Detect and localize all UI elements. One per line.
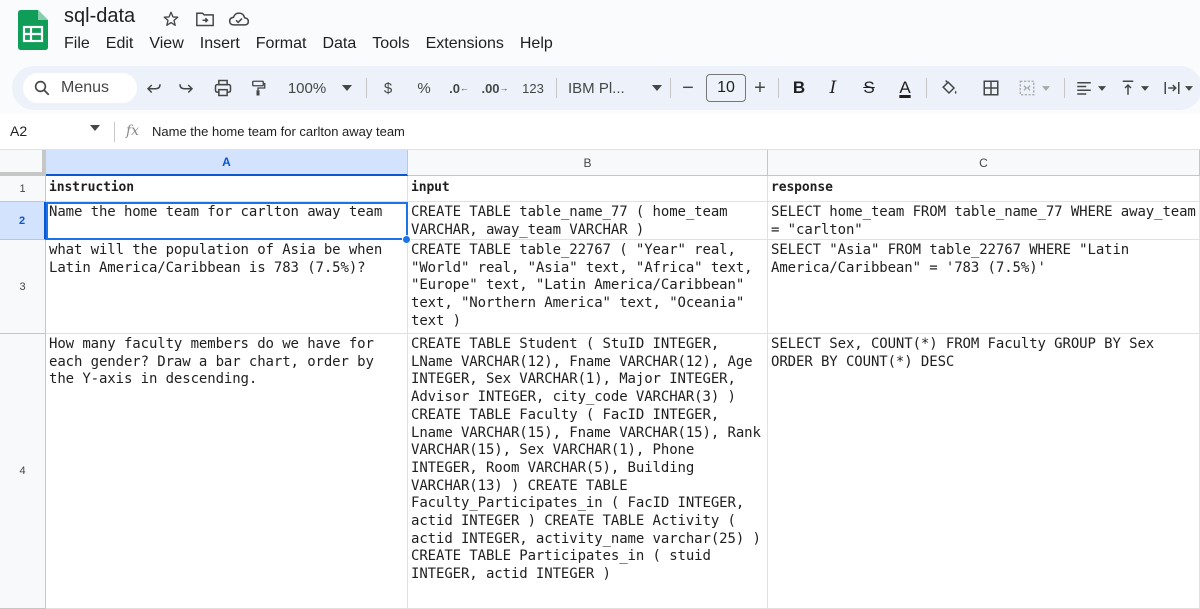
- menu-tools[interactable]: Tools: [364, 33, 417, 55]
- zoom-value: 100%: [287, 79, 327, 97]
- menu-bar: File Edit View Insert Format Data Tools …: [56, 33, 561, 55]
- spreadsheet-grid: A B C 1 2 3 4 instruction input response…: [0, 150, 1200, 609]
- title-bar: sql-data File Edit View Insert Format Da…: [0, 0, 1200, 62]
- increase-font-size-button[interactable]: +: [748, 66, 772, 110]
- increase-decimal-button[interactable]: .00 →: [478, 66, 512, 110]
- chevron-down-icon: [1042, 85, 1050, 91]
- font-size-input[interactable]: 10: [706, 74, 746, 102]
- decrease-decimal-label: .0: [449, 80, 460, 96]
- cell-b3[interactable]: CREATE TABLE table_22767 ( "Year" real, …: [408, 240, 768, 334]
- horizontal-align-icon[interactable]: [1070, 66, 1110, 110]
- menu-insert[interactable]: Insert: [192, 33, 248, 55]
- undo-icon[interactable]: [140, 66, 168, 110]
- text-wrapping-icon[interactable]: [1158, 66, 1198, 110]
- fill-handle[interactable]: [402, 235, 411, 244]
- cell-b4[interactable]: CREATE TABLE Student ( StuID INTEGER, LN…: [408, 334, 768, 609]
- menu-edit[interactable]: Edit: [98, 33, 142, 55]
- zoom-select[interactable]: 100%: [280, 66, 360, 110]
- search-icon: [34, 80, 50, 96]
- borders-icon[interactable]: [976, 66, 1006, 110]
- chevron-down-icon[interactable]: [90, 125, 100, 131]
- toolbar-divider: [1064, 78, 1065, 98]
- toolbar-area: Menus 100% $ % .0← .00→ 123 IBM Pl...: [0, 62, 1200, 114]
- increase-decimal-label: .00: [481, 80, 500, 96]
- move-to-folder-icon[interactable]: [194, 8, 216, 30]
- print-icon[interactable]: [209, 66, 237, 110]
- cell-a1[interactable]: instruction: [46, 176, 408, 202]
- decrease-font-size-button[interactable]: −: [676, 66, 700, 110]
- cell-c2[interactable]: SELECT home_team FROM table_name_77 WHER…: [768, 202, 1200, 240]
- vertical-align-icon[interactable]: [1114, 66, 1154, 110]
- font-family-value: IBM Pl...: [568, 79, 625, 97]
- select-all-corner[interactable]: [0, 150, 46, 176]
- row-header-1[interactable]: 1: [0, 176, 46, 202]
- cell-b1[interactable]: input: [408, 176, 768, 202]
- row-header-4[interactable]: 4: [0, 334, 46, 609]
- menu-view[interactable]: View: [141, 33, 191, 55]
- column-header-a[interactable]: A: [46, 150, 408, 176]
- chevron-down-icon: [1140, 85, 1149, 91]
- strikethrough-button[interactable]: S: [856, 66, 882, 110]
- font-family-select[interactable]: IBM Pl...: [568, 66, 662, 110]
- menu-file[interactable]: File: [56, 33, 98, 55]
- formula-bar: A2 fx Name the home team for carlton awa…: [0, 114, 1200, 150]
- menu-help[interactable]: Help: [512, 33, 561, 55]
- formula-divider: [114, 122, 115, 142]
- bold-button[interactable]: B: [786, 66, 812, 110]
- cell-a3[interactable]: what will the population of Asia be when…: [46, 240, 408, 334]
- cell-b2[interactable]: CREATE TABLE table_name_77 ( home_team V…: [408, 202, 768, 240]
- cell-a4[interactable]: How many faculty members do we have for …: [46, 334, 408, 609]
- cell-c3[interactable]: SELECT "Asia" FROM table_22767 WHERE "La…: [768, 240, 1200, 334]
- text-color-button[interactable]: A: [892, 66, 918, 110]
- menu-extensions[interactable]: Extensions: [418, 33, 512, 55]
- formula-input[interactable]: Name the home team for carlton away team: [152, 124, 405, 139]
- percent-button[interactable]: %: [410, 66, 438, 110]
- currency-button[interactable]: $: [374, 66, 402, 110]
- cloud-saved-icon[interactable]: [228, 8, 250, 30]
- cell-c4[interactable]: SELECT Sex, COUNT(*) FROM Faculty GROUP …: [768, 334, 1200, 609]
- fill-color-icon[interactable]: [934, 66, 964, 110]
- menu-data[interactable]: Data: [314, 33, 364, 55]
- menus-label: Menus: [61, 79, 110, 96]
- column-header-b[interactable]: B: [408, 150, 768, 176]
- sheets-logo-icon[interactable]: [18, 10, 48, 50]
- row-header-3[interactable]: 3: [0, 240, 46, 334]
- redo-icon[interactable]: [172, 66, 200, 110]
- cell-a2[interactable]: Name the home team for carlton away team: [46, 202, 408, 240]
- search-menus-button[interactable]: Menus: [23, 73, 137, 103]
- star-icon[interactable]: [160, 8, 182, 30]
- chevron-down-icon: [652, 85, 662, 91]
- paint-format-icon[interactable]: [244, 66, 272, 110]
- chevron-down-icon: [1097, 85, 1106, 91]
- chevron-down-icon: [1185, 85, 1193, 91]
- name-box[interactable]: A2: [10, 123, 27, 139]
- column-header-c[interactable]: C: [768, 150, 1200, 176]
- cell-c1[interactable]: response: [768, 176, 1200, 202]
- decrease-decimal-button[interactable]: .0 ←: [444, 66, 474, 110]
- italic-button[interactable]: I: [820, 66, 846, 110]
- chevron-down-icon: [342, 85, 353, 91]
- menu-format[interactable]: Format: [248, 33, 315, 55]
- row-header-2[interactable]: 2: [0, 202, 46, 240]
- toolbar-divider: [670, 78, 671, 98]
- fx-icon: fx: [126, 123, 140, 139]
- toolbar-divider: [556, 78, 557, 98]
- toolbar-divider: [778, 78, 779, 98]
- toolbar-divider: [366, 78, 367, 98]
- toolbar: Menus 100% $ % .0← .00→ 123 IBM Pl...: [12, 66, 1200, 110]
- document-title[interactable]: sql-data: [64, 5, 135, 28]
- number-format-button[interactable]: 123: [516, 66, 550, 110]
- toolbar-divider: [926, 78, 927, 98]
- merge-cells-icon[interactable]: [1012, 66, 1056, 110]
